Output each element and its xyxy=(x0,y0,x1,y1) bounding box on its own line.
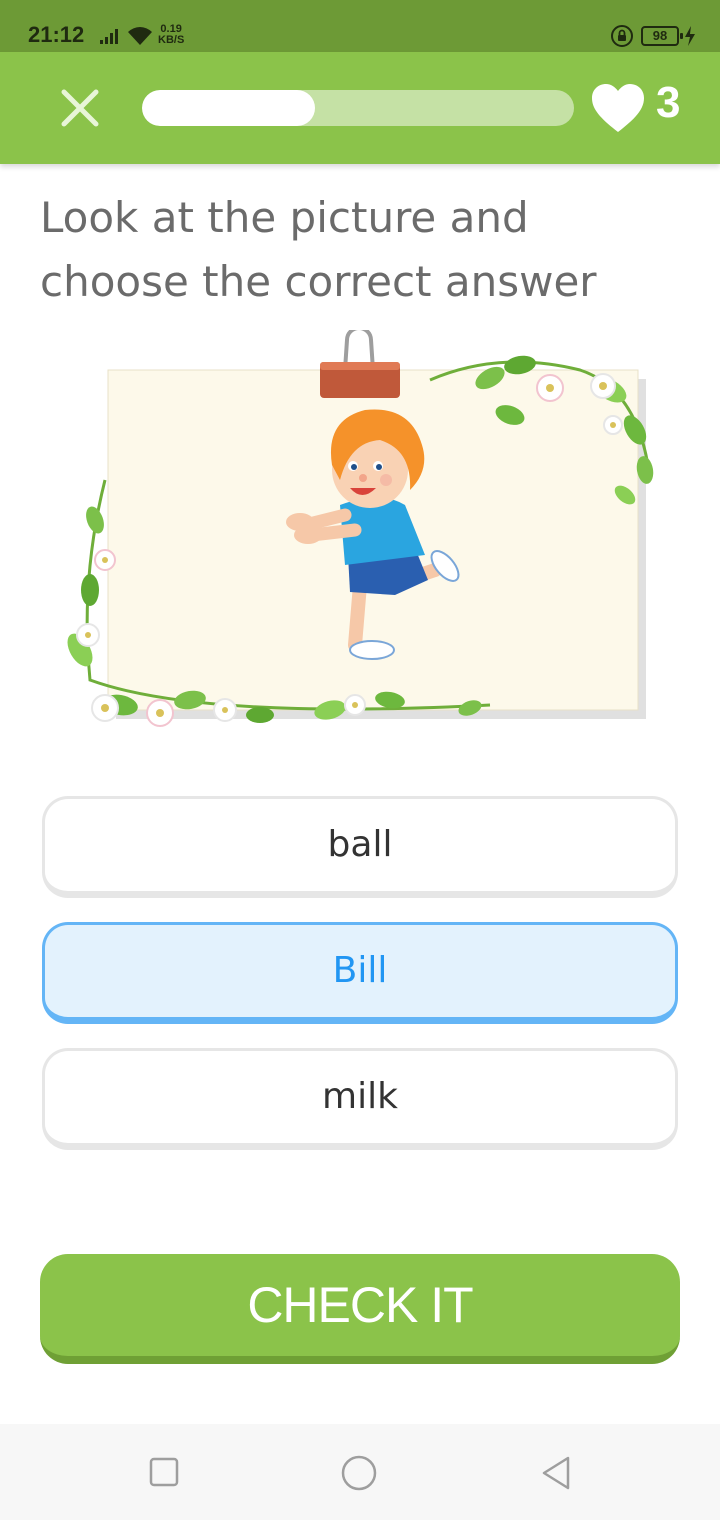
lesson-progress-bar xyxy=(142,90,574,126)
lives-count: 3 xyxy=(656,78,681,127)
rotation-lock-icon xyxy=(611,25,633,47)
system-navigation-bar xyxy=(0,1424,720,1520)
question-picture xyxy=(67,330,654,727)
battery-indicator: 98 xyxy=(641,26,683,46)
answer-option-milk[interactable]: milk xyxy=(42,1048,678,1150)
signal-icon xyxy=(100,29,118,44)
status-time: 21:12 xyxy=(28,22,85,47)
recent-apps-icon[interactable] xyxy=(148,1456,180,1488)
home-icon[interactable] xyxy=(340,1454,378,1492)
network-speed-unit: KB/S xyxy=(158,34,185,46)
wifi-icon xyxy=(128,27,152,45)
answer-option-ball[interactable]: ball xyxy=(42,796,678,898)
binder-clip-icon xyxy=(320,330,400,398)
charging-bolt-icon xyxy=(685,26,695,46)
question-prompt: Look at the picture and choose the corre… xyxy=(40,193,597,306)
answer-option-bill[interactable]: Bill xyxy=(42,922,678,1024)
status-bar: 21:12 0.19 KB/S 98 xyxy=(0,0,720,52)
back-icon[interactable] xyxy=(538,1454,574,1492)
network-speed: 0.19 KB/S xyxy=(158,24,184,46)
lesson-progress-fill xyxy=(142,90,315,126)
check-it-button[interactable]: CHECK IT xyxy=(40,1254,680,1364)
heart-icon xyxy=(592,84,644,132)
lesson-header: 3 xyxy=(0,52,720,164)
close-icon[interactable] xyxy=(58,86,102,130)
